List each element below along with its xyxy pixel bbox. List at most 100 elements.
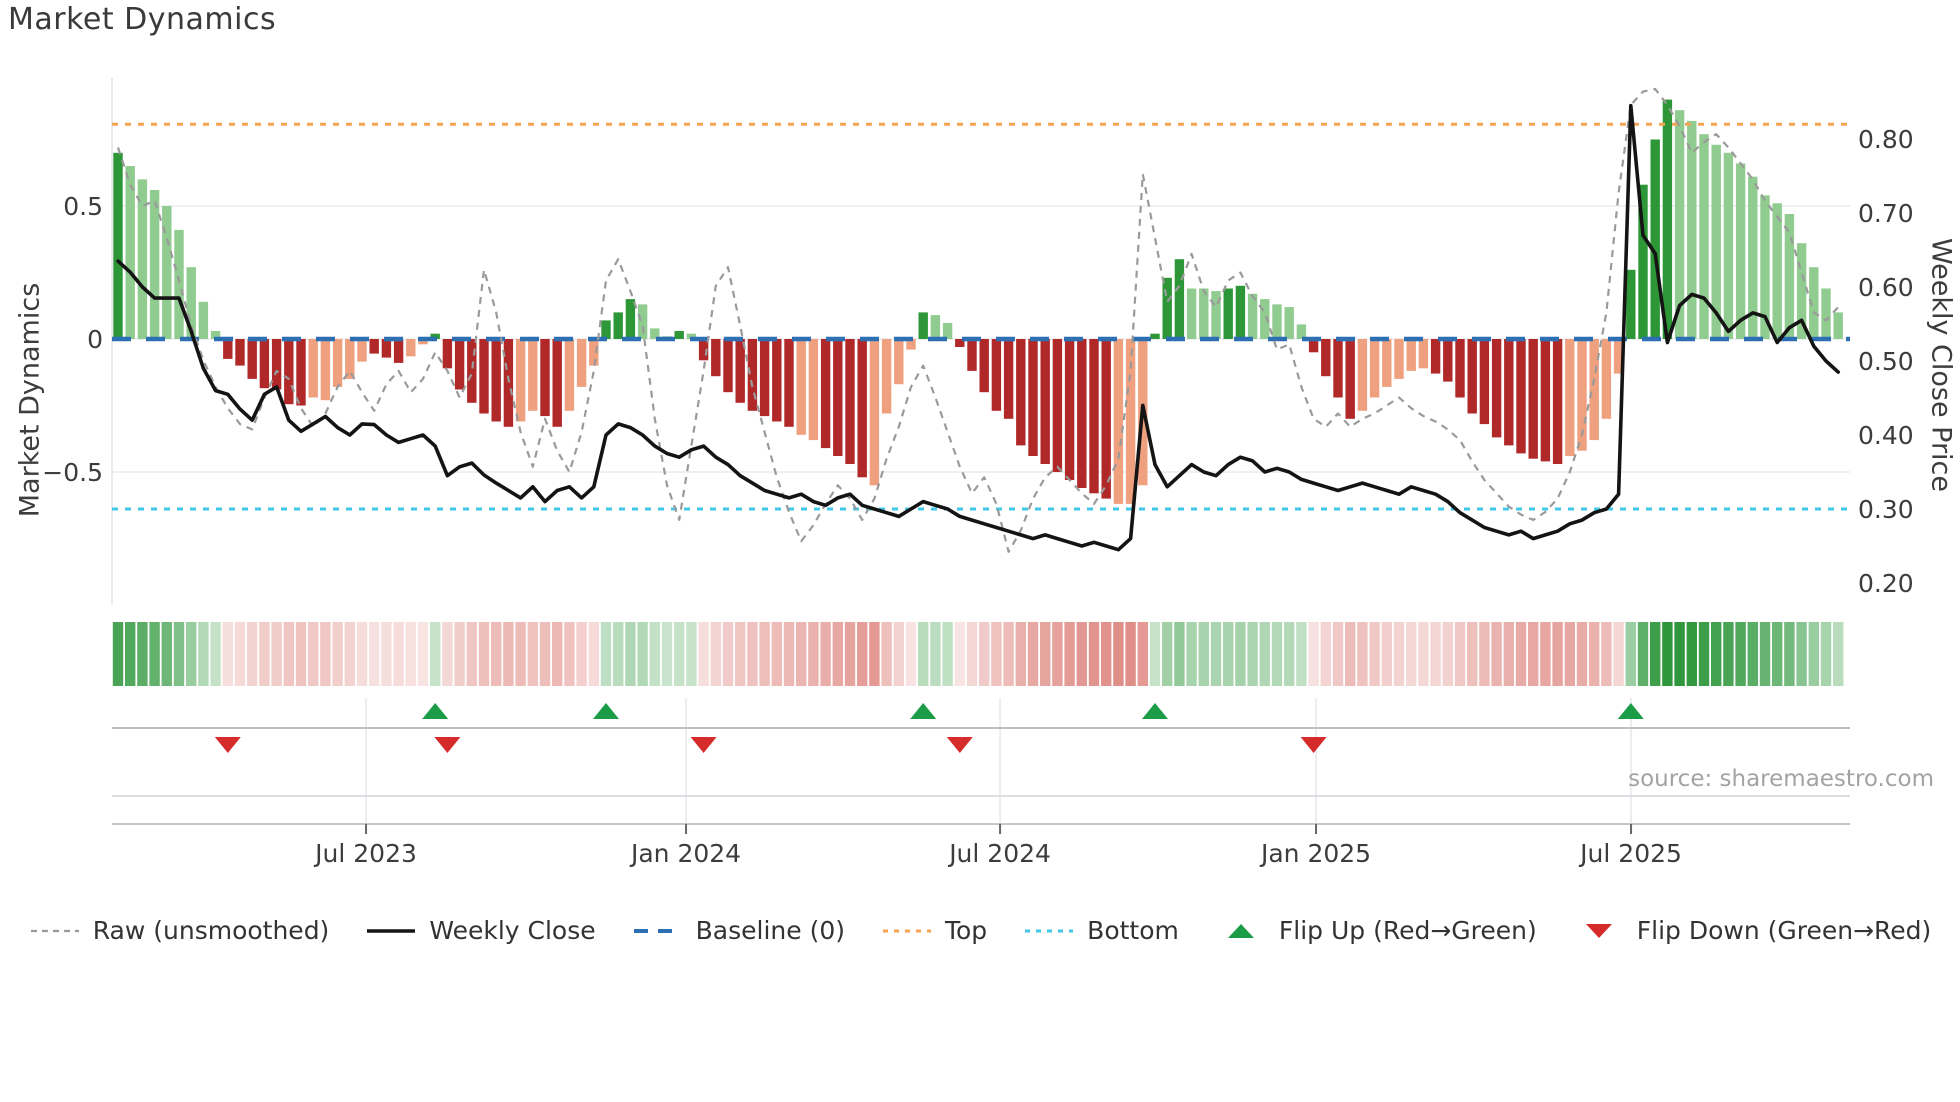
heatmap-cell (844, 622, 856, 686)
oscillator-bar (576, 339, 587, 387)
heatmap-cell (1271, 622, 1283, 686)
oscillator-bar (406, 339, 416, 357)
heatmap-cell (1393, 622, 1405, 686)
oscillator-bar (1443, 339, 1453, 382)
oscillator-bar (113, 152, 123, 339)
oscillator-bar (918, 312, 928, 339)
heatmap-cell (613, 622, 624, 686)
oscillator-bar (1552, 339, 1563, 464)
heatmap-cell (759, 622, 770, 686)
legend-item-dotted-cyan-line: Bottom (1023, 916, 1179, 945)
heatmap-cell (808, 622, 819, 686)
heatmap-cell (1662, 622, 1673, 686)
oscillator-bar (930, 315, 941, 339)
heatmap-cell (1406, 622, 1417, 686)
heatmap-cell (1381, 622, 1392, 686)
oscillator-bar (979, 339, 989, 393)
source-attribution: source: sharemaestro.com (1628, 766, 1934, 792)
heatmap-cell (503, 622, 514, 686)
heatmap-cell (710, 622, 721, 686)
legend-label: Top (944, 916, 988, 945)
oscillator-bar (1662, 99, 1673, 339)
oscillator-bar (235, 339, 245, 366)
heatmap-cell (637, 622, 648, 686)
heatmap-cell (137, 622, 148, 686)
oscillator-bar (820, 339, 831, 449)
heatmap-cell (1650, 622, 1661, 686)
oscillator-bar (1418, 339, 1429, 369)
heatmap-cell (491, 622, 502, 686)
oscillator-bar (1040, 339, 1050, 464)
legend-item-dashed-gray-line: Raw (unsmoothed) (29, 916, 329, 945)
heatmap-cell (1735, 622, 1746, 686)
heatmap-cell (771, 622, 782, 686)
heatmap-cell (1198, 622, 1209, 686)
heatmap-cell (674, 622, 685, 686)
heatmap-cell (600, 622, 612, 686)
oscillator-bar (381, 339, 392, 358)
oscillator-bar (1601, 339, 1612, 419)
oscillator-bar (1735, 163, 1746, 339)
oscillator-bar (1772, 203, 1782, 339)
oscillator-bar (1382, 339, 1392, 387)
heatmap-cell (1540, 622, 1551, 686)
flip-up-marker (593, 703, 619, 719)
oscillator-bar (1150, 333, 1160, 339)
x-tick-label: Jul 2025 (1578, 839, 1682, 868)
heatmap-cell (1235, 622, 1246, 686)
right-tick-label: 0.40 (1858, 421, 1914, 450)
oscillator-bar (1064, 339, 1075, 480)
oscillator-bar (1406, 339, 1416, 371)
flip-up-markers (422, 703, 1644, 719)
oscillator-bar (1430, 339, 1441, 374)
heatmap-cell (564, 622, 575, 686)
flip-up-marker (422, 703, 449, 719)
oscillator-bar (1540, 339, 1551, 462)
heatmap-cell (161, 622, 172, 686)
oscillator-bar (1565, 339, 1575, 456)
oscillator-bar (759, 339, 770, 417)
solid-black-line-icon (367, 928, 416, 933)
heatmap-cell (1015, 622, 1026, 686)
heatmap-cell (1686, 622, 1697, 686)
oscillator-bar (613, 312, 623, 339)
heatmap-cell (442, 622, 453, 686)
heatmap-cell (466, 622, 477, 686)
heatmap-cell (832, 622, 843, 686)
flip-up-marker (910, 703, 937, 719)
heatmap-cell (234, 622, 246, 686)
oscillator-bar (735, 339, 745, 403)
heatmap-cell (979, 622, 990, 686)
oscillator-bar (223, 339, 233, 359)
oscillator-bar (723, 339, 733, 393)
heatmap-cell (320, 622, 331, 686)
oscillator-bar (247, 339, 257, 379)
heatmap-cell (1320, 622, 1331, 686)
oscillator-bar (1528, 339, 1538, 459)
heatmap-cell (1357, 622, 1368, 686)
legend-item-dotted-orange-line: Top (881, 916, 987, 945)
heatmap-cell (1332, 622, 1344, 686)
oscillator-bar (1235, 285, 1246, 339)
heatmap-cell (1308, 622, 1319, 686)
red-down-triangle-icon (1585, 923, 1612, 938)
oscillator-bar (845, 339, 855, 464)
oscillator-bar (1589, 339, 1599, 441)
heatmap-cell (991, 622, 1002, 686)
heatmap-cell (1711, 622, 1722, 686)
heatmap-cell (1137, 622, 1148, 686)
heatmap-cell (942, 622, 953, 686)
oscillator-bar (1284, 307, 1294, 339)
oscillator-bar (1467, 339, 1477, 414)
heatmap-cell (1589, 622, 1600, 686)
heatmap-cell (271, 622, 282, 686)
oscillator-bar (808, 339, 819, 441)
oscillator-bar (540, 339, 550, 417)
dotted-orange-line-icon (882, 929, 931, 932)
heatmap-cell (1833, 622, 1844, 686)
heatmap-cell (210, 622, 221, 686)
oscillator-bar (1199, 288, 1209, 339)
oscillator-bar (357, 339, 367, 362)
oscillator-bar (796, 339, 806, 435)
right-tick-label: 0.50 (1858, 347, 1914, 376)
